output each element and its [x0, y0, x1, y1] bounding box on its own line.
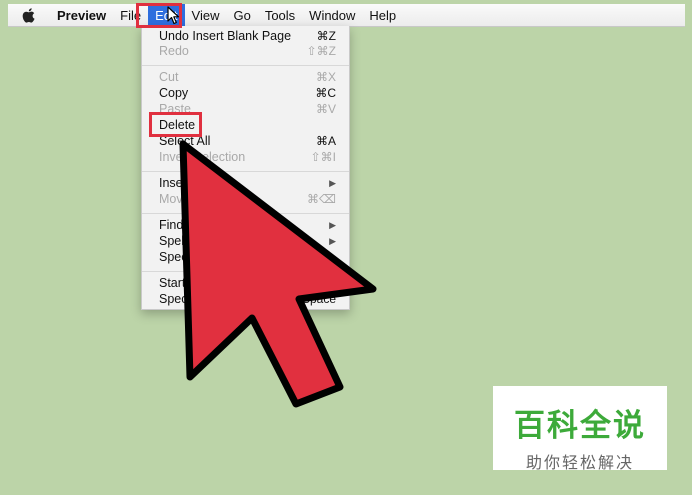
watermark-title: 百科全说 [514, 408, 646, 443]
watermark-subtitle: 助你轻松解决 [525, 455, 634, 472]
screenshot-frame: Preview File Edit View Go Tools Window H… [0, 0, 692, 495]
watermark: 百科全说 助你轻松解决 [493, 386, 667, 472]
